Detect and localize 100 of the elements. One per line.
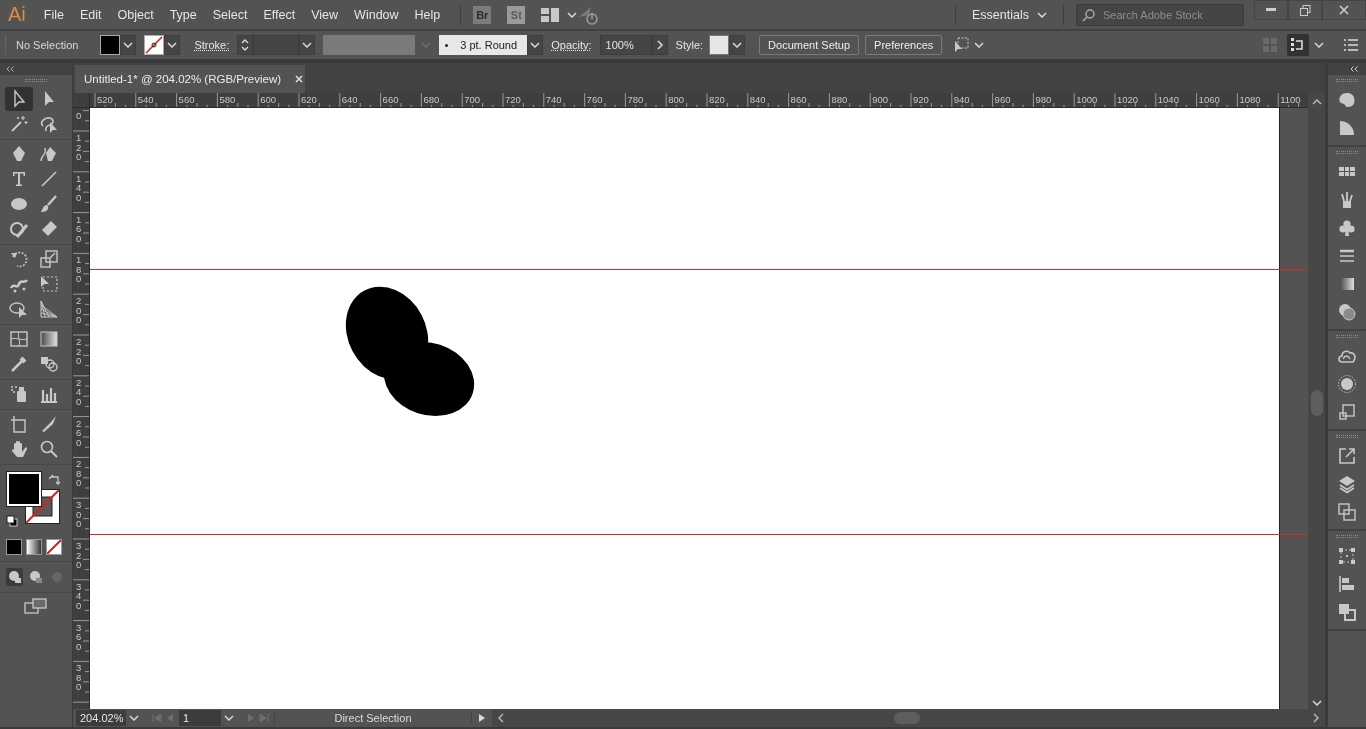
- opacity-label[interactable]: Opacity:: [551, 39, 592, 51]
- collapse-icon[interactable]: [6, 66, 14, 72]
- stepper-button[interactable]: [237, 35, 254, 55]
- menu-item[interactable]: Window: [346, 4, 407, 25]
- layers-icon[interactable]: [1337, 474, 1357, 494]
- workspace-switcher[interactable]: Essentials: [968, 5, 1051, 24]
- gradient-mode-button[interactable]: [26, 539, 42, 555]
- collapse-icon[interactable]: [1350, 66, 1358, 72]
- vertical-scrollbar[interactable]: [1308, 93, 1325, 709]
- transform-icon[interactable]: [1337, 546, 1357, 566]
- menu-item[interactable]: View: [303, 4, 347, 25]
- club-icon[interactable]: [1337, 218, 1357, 238]
- hand-icon: [9, 439, 29, 459]
- screen-mode-icon[interactable]: [24, 598, 48, 614]
- ruler-label: 980: [1035, 94, 1052, 105]
- ruler-label: 200: [76, 296, 82, 325]
- menu-item[interactable]: Object: [109, 4, 162, 25]
- dropdown-button[interactable]: [164, 35, 181, 55]
- ruler-label: 240: [76, 377, 82, 407]
- toolbar-button[interactable]: Document Setup: [759, 35, 860, 55]
- style-swatch[interactable]: [709, 35, 730, 55]
- eyedropper-icon: [9, 354, 29, 374]
- caret-icon: [224, 715, 234, 721]
- stroke-label[interactable]: Stroke:: [194, 39, 230, 51]
- draw-behind-button[interactable]: [27, 568, 45, 586]
- page-field[interactable]: 1: [179, 710, 221, 726]
- ruler-label: 1080: [1239, 94, 1261, 105]
- ruler-label: 520: [97, 94, 113, 105]
- wand-icon: [9, 114, 29, 134]
- dock-button[interactable]: [1287, 34, 1309, 56]
- menu-icon[interactable]: [1344, 39, 1358, 51]
- menu-item[interactable]: Help: [406, 4, 449, 25]
- menu-item[interactable]: Select: [204, 4, 256, 25]
- dotted-circle-icon[interactable]: [1337, 374, 1357, 394]
- align-icon[interactable]: [1337, 574, 1357, 594]
- close-icon[interactable]: [295, 75, 304, 83]
- toolbar-button[interactable]: Preferences: [865, 35, 943, 55]
- color-mode-button[interactable]: [6, 539, 22, 555]
- menu-item[interactable]: File: [35, 4, 72, 25]
- ruler-label: 1100: [1280, 94, 1301, 105]
- dropdown-button[interactable]: [299, 35, 316, 55]
- layout-grid-icon: [541, 7, 562, 22]
- ruler-label: 120: [76, 133, 82, 162]
- bridge-button[interactable]: Br: [473, 5, 492, 24]
- export-icon[interactable]: [1337, 446, 1357, 466]
- minimize-button[interactable]: [1254, 0, 1288, 20]
- swap-arrow-icon[interactable]: [49, 474, 61, 486]
- ruler-label: 340: [76, 581, 82, 611]
- artboards-icon[interactable]: [1337, 502, 1357, 522]
- app-logo: Ai: [8, 3, 26, 26]
- pathfinder-icon[interactable]: [1337, 602, 1357, 622]
- mesh-icon: [9, 329, 29, 349]
- menu-item[interactable]: Edit: [71, 4, 110, 25]
- close-button[interactable]: [1322, 0, 1366, 20]
- menu-item[interactable]: Effect: [255, 4, 304, 25]
- ruler-label: 1060: [1198, 94, 1220, 105]
- none-mode-button[interactable]: [46, 539, 62, 555]
- perspective-grid-icon: [39, 299, 59, 319]
- stroke-swatch-icon[interactable]: [144, 35, 165, 55]
- fill-color-swatch[interactable]: [7, 472, 41, 506]
- rocket-power-icon[interactable]: [577, 4, 600, 25]
- menu-item[interactable]: Type: [161, 4, 205, 25]
- ruler-label: 300: [76, 500, 82, 529]
- ruler-label: 920: [913, 94, 929, 105]
- selection-box-icon[interactable]: [952, 36, 971, 54]
- ruler-label: 280: [76, 459, 82, 488]
- ruler-label: 360: [76, 622, 82, 652]
- shape-builder-icon: [9, 299, 29, 319]
- none-slash-icon: [47, 540, 61, 554]
- pen-curve-icon: [39, 144, 59, 164]
- dropdown-button[interactable]: [527, 35, 544, 55]
- ruler-label: 1040: [1157, 94, 1179, 105]
- variable-width-field[interactable]: [323, 35, 416, 55]
- caret-icon: [167, 42, 178, 48]
- caret-icon: [129, 715, 139, 721]
- draw-normal-button[interactable]: [6, 568, 24, 586]
- line-icon: [39, 169, 59, 189]
- fill-swatch[interactable]: [100, 35, 121, 55]
- graphic-styles-icon[interactable]: [1337, 402, 1357, 422]
- ruler-label: 760: [586, 94, 603, 105]
- ruler-label: 660: [382, 94, 399, 105]
- default-colors-icon[interactable]: [6, 515, 18, 527]
- ruler-label: 680: [423, 94, 440, 105]
- play-icon[interactable]: [478, 713, 486, 723]
- chevron-down-icon: [1311, 700, 1322, 706]
- restore-button[interactable]: [1288, 0, 1322, 20]
- caret-icon: [1037, 11, 1047, 18]
- palette-icon[interactable]: [1337, 90, 1357, 110]
- opacity-field[interactable]: 100%: [599, 35, 652, 55]
- search-field[interactable]: Search Adobe Stock: [1076, 3, 1244, 26]
- zoom-field[interactable]: 204.02%: [76, 710, 126, 726]
- horizontal-scrollbar[interactable]: [492, 709, 1325, 727]
- selection-tool[interactable]: [5, 87, 33, 111]
- search-icon: [1082, 7, 1096, 22]
- document-tab[interactable]: Untitled-1* @ 204.02% (RGB/Preview): [75, 65, 305, 93]
- brush-field[interactable]: 3 pt. Round: [439, 35, 528, 55]
- dropdown-button[interactable]: [120, 35, 137, 55]
- transparency-icon[interactable]: [1337, 302, 1357, 322]
- ruler-label: 260: [76, 418, 82, 448]
- dropdown-button[interactable]: [729, 35, 746, 55]
